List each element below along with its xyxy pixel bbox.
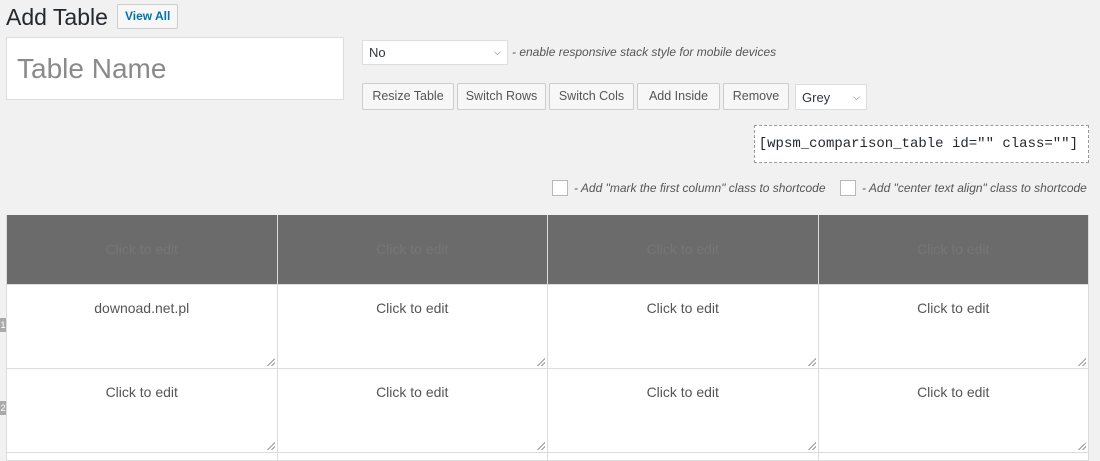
remove-button[interactable]: Remove <box>723 83 789 110</box>
table-name-input[interactable]: Table Name <box>6 37 344 100</box>
resize-table-button[interactable]: Resize Table <box>362 83 454 110</box>
cell-text: Click to edit <box>105 383 178 400</box>
resize-handle-icon[interactable] <box>1078 357 1086 366</box>
mark-first-column-label: - Add "mark the first column" class to s… <box>574 181 826 195</box>
table-cell[interactable]: Click to edit <box>547 283 819 369</box>
header-cell[interactable]: Click to edit <box>547 215 819 285</box>
table-cell[interactable]: Click to edit <box>817 283 1089 369</box>
view-all-button[interactable]: View All <box>117 4 179 29</box>
cell-text: downoad.net.pl <box>94 299 190 316</box>
table-cell[interactable] <box>276 451 548 461</box>
mark-first-column-checkbox[interactable] <box>552 180 568 196</box>
center-text-label: - Add "center text align" class to short… <box>862 181 1087 195</box>
cell-text: Click to edit <box>917 383 990 400</box>
responsive-hint: - enable responsive stack style for mobi… <box>512 45 777 59</box>
table-cell[interactable] <box>817 451 1089 461</box>
cell-text: Click to edit <box>646 299 719 316</box>
resize-handle-icon[interactable] <box>537 357 545 366</box>
header-cell[interactable]: Click to edit <box>6 215 278 285</box>
table-row <box>6 451 1089 461</box>
page-title: Add Table <box>6 4 108 30</box>
resize-handle-icon[interactable] <box>266 357 275 366</box>
comparison-table: Click to edit Click to edit Click to edi… <box>6 215 1089 461</box>
table-row: downoad.net.pl Click to edit Click to ed… <box>6 283 1089 369</box>
table-cell[interactable]: Click to edit <box>276 367 548 453</box>
table-cell[interactable] <box>6 451 278 461</box>
header-cell[interactable]: Click to edit <box>276 215 548 285</box>
table-row: Click to edit Click to edit Click to edi… <box>6 367 1089 453</box>
resize-handle-icon[interactable] <box>807 441 816 450</box>
switch-cols-button[interactable]: Switch Cols <box>549 83 634 110</box>
table-cell[interactable]: Click to edit <box>276 283 548 369</box>
chevron-down-icon: ⌵ <box>494 47 501 57</box>
switch-rows-button[interactable]: Switch Rows <box>457 83 546 110</box>
cell-text: Click to edit <box>646 383 719 400</box>
resize-handle-icon[interactable] <box>1078 441 1086 450</box>
add-inside-button[interactable]: Add Inside <box>637 83 720 110</box>
cell-text: Click to edit <box>376 383 449 400</box>
color-scheme-value: Grey <box>802 89 831 105</box>
center-text-checkbox[interactable] <box>840 180 856 196</box>
responsive-style-value: No <box>369 45 386 60</box>
cell-text: Click to edit <box>376 299 449 316</box>
color-scheme-select[interactable]: Grey ⌵ <box>795 84 867 110</box>
responsive-style-select[interactable]: No ⌵ <box>362 40 508 65</box>
chevron-down-icon: ⌵ <box>853 91 860 102</box>
table-cell[interactable]: Click to edit <box>547 367 819 453</box>
resize-handle-icon[interactable] <box>266 441 275 450</box>
table-cell[interactable]: downoad.net.pl <box>6 283 278 369</box>
table-cell[interactable] <box>547 451 819 461</box>
table-header-row: Click to edit Click to edit Click to edi… <box>6 215 1089 285</box>
header-cell[interactable]: Click to edit <box>817 215 1089 285</box>
shortcode-box[interactable]: [wpsm_comparison_table id="" class=""] <box>754 125 1089 163</box>
table-cell[interactable]: Click to edit <box>817 367 1089 453</box>
table-cell[interactable]: Click to edit <box>6 367 278 453</box>
resize-handle-icon[interactable] <box>537 441 545 450</box>
cell-text: Click to edit <box>917 299 990 316</box>
resize-handle-icon[interactable] <box>807 357 816 366</box>
